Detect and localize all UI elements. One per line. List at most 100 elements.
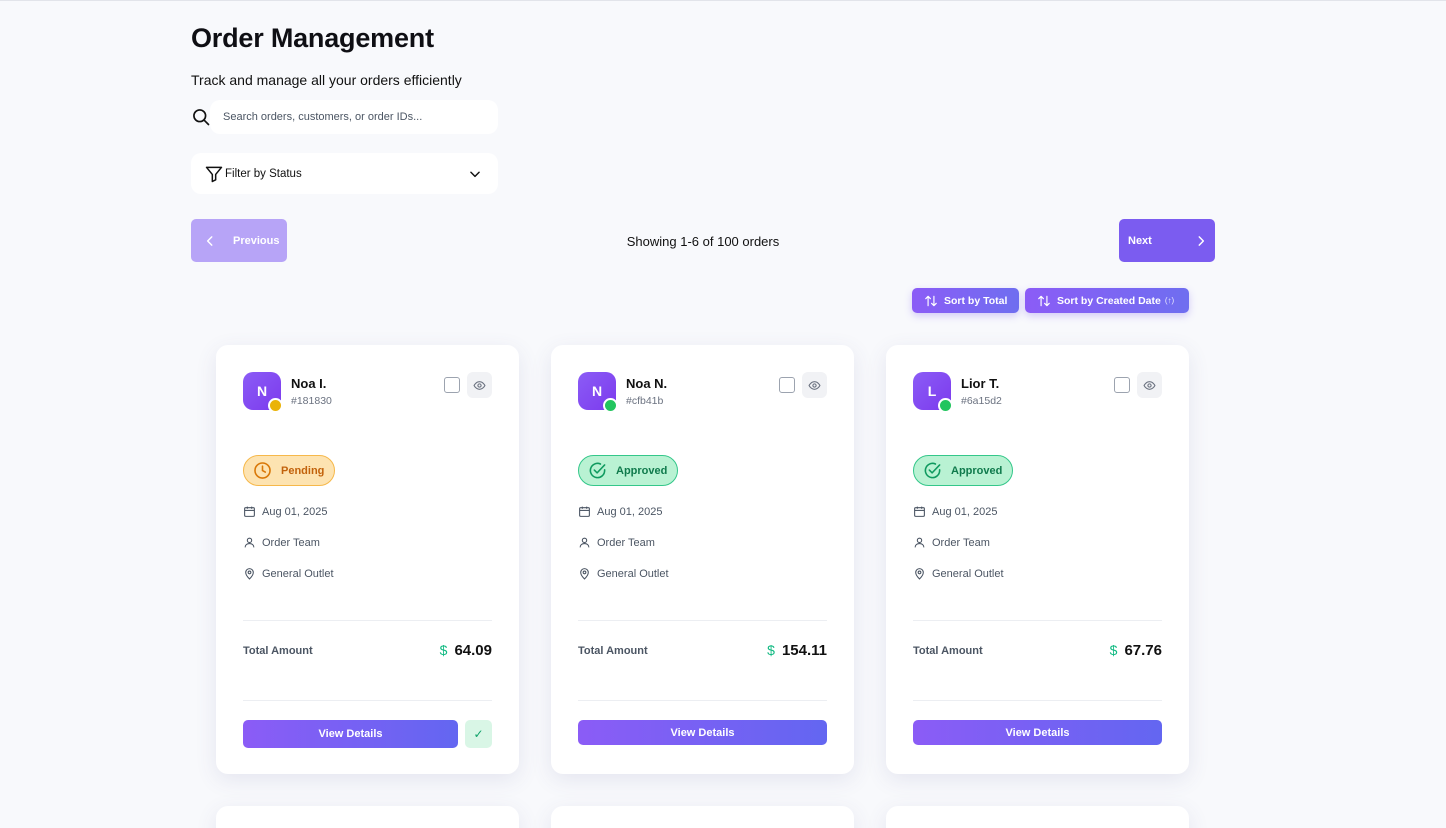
search-bar [191,100,498,134]
calendar-icon [914,506,925,517]
divider [578,620,827,621]
order-card: L Lior T. #6a15d2 Approved Aug 01, 2025 … [886,345,1189,774]
user-icon [914,537,925,548]
order-card [551,806,854,828]
clock-icon [254,462,271,479]
view-details-button[interactable]: View Details [913,720,1162,745]
total-amount-label: Total Amount [243,645,313,657]
sort-arrows-icon [1038,295,1050,306]
status-dot [938,398,953,413]
location-pin-icon [915,568,924,580]
quick-view-button[interactable] [1137,372,1162,398]
order-team: Order Team [578,536,655,549]
outlet-text: General Outlet [932,567,1004,580]
user-icon [579,537,590,548]
order-id: #6a15d2 [961,395,1002,407]
status-badge: Approved [913,455,1014,486]
team-text: Order Team [932,536,990,549]
total-amount: $ 64.09 [440,642,492,659]
team-text: Order Team [262,536,320,549]
status-label: Approved [616,464,668,477]
outlet-text: General Outlet [597,567,669,580]
user-icon [244,537,255,548]
next-page-button[interactable]: Next [1119,219,1215,262]
sort-arrows-icon [925,295,937,306]
page-title: Order Management [191,23,434,53]
filter-label: Filter by Status [225,167,302,180]
quick-view-button[interactable] [467,372,492,398]
location-pin-icon [245,568,254,580]
sort-by-date-button[interactable]: Sort by Created Date (↑) [1025,288,1189,313]
date-text: Aug 01, 2025 [262,505,328,518]
date-text: Aug 01, 2025 [932,505,998,518]
order-team: Order Team [913,536,990,549]
sort-total-label: Sort by Total [944,294,1008,307]
filter-icon [205,166,223,182]
order-date: Aug 01, 2025 [243,505,327,518]
order-card: N Noa I. #181830 Pending Aug 01, 2025 Or… [216,345,519,774]
outlet-text: General Outlet [262,567,334,580]
amount-value: 64.09 [454,642,492,659]
status-filter-dropdown[interactable]: Filter by Status [191,153,498,194]
order-card [886,806,1189,828]
amount-value: 67.76 [1124,642,1162,659]
location-pin-icon [580,568,589,580]
eye-icon [808,380,821,390]
chevron-right-icon [1198,235,1204,246]
amount-value: 154.11 [781,642,827,659]
approve-button[interactable]: ✓ [465,720,492,748]
select-checkbox[interactable] [779,377,795,393]
order-id: #cfb41b [626,395,664,407]
order-id: #181830 [291,395,332,407]
date-text: Aug 01, 2025 [597,505,663,518]
total-amount-label: Total Amount [913,645,983,657]
divider [913,620,1162,621]
chevron-down-icon [470,171,480,177]
next-label: Next [1128,234,1152,247]
dollar-icon: $ [439,642,448,658]
status-dot [268,398,283,413]
order-outlet: General Outlet [243,567,334,580]
order-card [216,806,519,828]
customer-name: Noa N. [626,376,668,391]
calendar-icon [244,506,255,517]
status-label: Approved [951,464,1003,477]
order-date: Aug 01, 2025 [913,505,997,518]
select-checkbox[interactable] [444,377,460,393]
eye-icon [473,380,486,390]
customer-name: Noa I. [291,376,327,391]
dollar-icon: $ [767,642,775,658]
order-date: Aug 01, 2025 [578,505,662,518]
total-amount: $ 154.11 [767,642,827,659]
select-checkbox[interactable] [1114,377,1130,393]
order-card: N Noa N. #cfb41b Approved Aug 01, 2025 O… [551,345,854,774]
sort-direction-indicator: (↑) [1164,296,1175,305]
search-icon [193,109,210,126]
divider [243,620,492,621]
sort-by-total-button[interactable]: Sort by Total [912,288,1019,313]
quick-view-button[interactable] [802,372,827,398]
total-amount-label: Total Amount [578,645,648,657]
pagination-summary: Showing 1-6 of 100 orders [626,234,780,249]
calendar-icon [579,506,590,517]
dollar-icon: $ [1109,642,1118,658]
order-team: Order Team [243,536,320,549]
page-subtitle: Track and manage all your orders efficie… [191,72,462,88]
eye-icon [1143,380,1156,390]
check-circle-icon [924,462,941,479]
order-outlet: General Outlet [578,567,669,580]
status-badge: Approved [578,455,679,486]
status-badge: Pending [243,455,336,486]
sort-date-label: Sort by Created Date [1057,294,1161,307]
team-text: Order Team [597,536,655,549]
view-details-button[interactable]: View Details [578,720,827,745]
check-circle-icon [589,462,606,479]
view-details-button[interactable]: View Details [243,720,458,748]
total-amount: $ 67.76 [1110,642,1162,659]
search-input[interactable] [210,100,498,134]
order-outlet: General Outlet [913,567,1004,580]
divider [578,700,827,701]
status-label: Pending [281,464,325,477]
divider [913,700,1162,701]
status-dot [603,398,618,413]
